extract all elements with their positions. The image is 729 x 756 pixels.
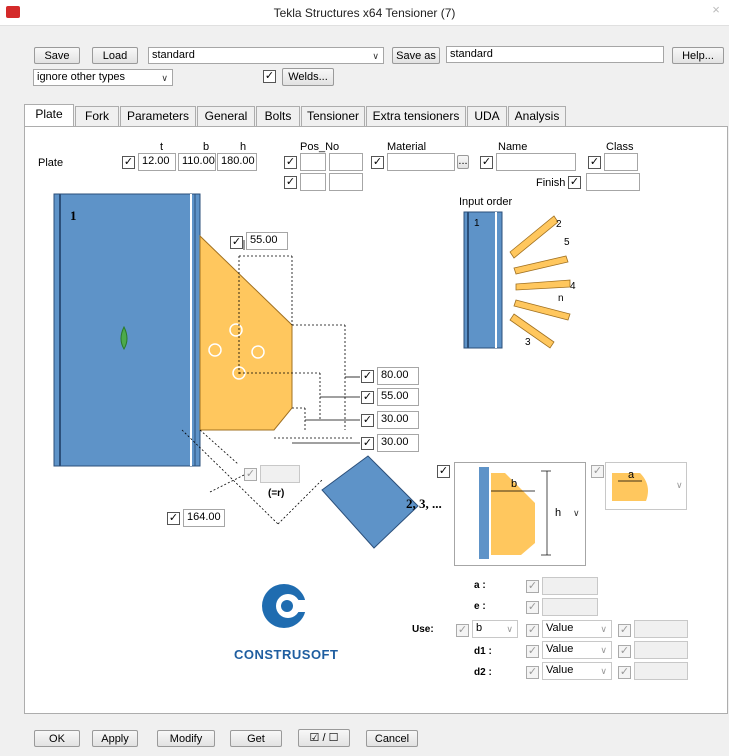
logo-text: CONSTRUSOFT bbox=[234, 647, 339, 662]
input-order-diagram bbox=[463, 211, 571, 349]
d1-label: d1 : bbox=[474, 646, 492, 657]
use-value: b bbox=[476, 622, 483, 634]
eq-r-label: (=r) bbox=[268, 488, 285, 499]
a-label: a : bbox=[474, 580, 486, 591]
dim-top-checkbox[interactable]: ✓ bbox=[230, 236, 243, 249]
apply-button[interactable]: Apply bbox=[92, 730, 138, 747]
get-button[interactable]: Get bbox=[230, 730, 282, 747]
plate-number-label: 1 bbox=[70, 208, 77, 223]
cancel-button[interactable]: Cancel bbox=[366, 730, 418, 747]
construsoft-logo bbox=[262, 584, 310, 628]
shape-preview-icon bbox=[479, 467, 551, 559]
dim-top-input[interactable]: 55.00 bbox=[246, 232, 288, 250]
d2-label: d2 : bbox=[474, 667, 492, 678]
chamfer-select[interactable]: a ∨ bbox=[605, 462, 687, 510]
dim-80-input[interactable]: 80.00 bbox=[377, 367, 419, 385]
d2-select[interactable]: Value ∨ bbox=[542, 662, 612, 680]
ok-button[interactable]: OK bbox=[34, 730, 80, 747]
a-checkbox[interactable]: ✓ bbox=[526, 580, 539, 593]
d1-value: Value bbox=[546, 643, 574, 655]
d2-checkbox[interactable]: ✓ bbox=[526, 666, 539, 679]
use-checkbox[interactable]: ✓ bbox=[456, 624, 469, 637]
column-shape bbox=[53, 193, 201, 467]
order-5: 5 bbox=[564, 237, 570, 248]
d2-extra-input[interactable] bbox=[634, 662, 688, 680]
chevron-down-icon: ∨ bbox=[600, 624, 607, 634]
e-checkbox[interactable]: ✓ bbox=[526, 601, 539, 614]
preview-b: b bbox=[511, 478, 518, 490]
chevron-down-icon: ∨ bbox=[573, 508, 580, 518]
use-label: Use: bbox=[412, 624, 434, 635]
order-n: n bbox=[558, 293, 564, 304]
use-select[interactable]: b ∨ bbox=[472, 620, 518, 638]
dim-diag-checkbox[interactable]: ✓ bbox=[167, 512, 180, 525]
radius-input[interactable] bbox=[260, 465, 300, 483]
order-3: 3 bbox=[525, 337, 531, 348]
modify-button[interactable]: Modify bbox=[157, 730, 215, 747]
use-extra-checkbox[interactable]: ✓ bbox=[618, 624, 631, 637]
dim-30b-input[interactable]: 30.00 bbox=[377, 434, 419, 452]
dim-30a-input[interactable]: 30.00 bbox=[377, 411, 419, 429]
chevron-down-icon: ∨ bbox=[506, 624, 513, 634]
preview-h: h bbox=[555, 507, 562, 519]
order-2: 2 bbox=[556, 219, 562, 230]
d1-extra-checkbox[interactable]: ✓ bbox=[618, 645, 631, 658]
plate-shape bbox=[199, 234, 293, 431]
use-mode-value: Value bbox=[546, 622, 574, 634]
dim-55-input[interactable]: 55.00 bbox=[377, 388, 419, 406]
use-mode-select[interactable]: Value ∨ bbox=[542, 620, 612, 638]
secondary-shape bbox=[321, 455, 419, 549]
chevron-down-icon: ∨ bbox=[600, 666, 607, 676]
use-value-checkbox[interactable]: ✓ bbox=[526, 624, 539, 637]
shape-select[interactable]: b h ∨ bbox=[454, 462, 586, 566]
dim-30b-checkbox[interactable]: ✓ bbox=[361, 437, 374, 450]
radius-checkbox[interactable]: ✓ bbox=[244, 468, 257, 481]
order-1: 1 bbox=[474, 218, 480, 229]
d2-extra-checkbox[interactable]: ✓ bbox=[618, 666, 631, 679]
chamfer-checkbox[interactable]: ✓ bbox=[591, 465, 604, 478]
d2-value: Value bbox=[546, 664, 574, 676]
chevron-down-icon: ∨ bbox=[600, 645, 607, 655]
chamfer-preview-icon bbox=[612, 473, 648, 501]
d1-select[interactable]: Value ∨ bbox=[542, 641, 612, 659]
order-4: 4 bbox=[570, 281, 576, 292]
e-input[interactable] bbox=[542, 598, 598, 616]
toggle-all-button[interactable]: ☑ / ☐ bbox=[298, 729, 350, 747]
shape-checkbox[interactable]: ✓ bbox=[437, 465, 450, 478]
dim-80-checkbox[interactable]: ✓ bbox=[361, 370, 374, 383]
d1-extra-input[interactable] bbox=[634, 641, 688, 659]
dim-55-checkbox[interactable]: ✓ bbox=[361, 391, 374, 404]
e-label: e : bbox=[474, 601, 486, 612]
use-extra-input[interactable] bbox=[634, 620, 688, 638]
dim-30a-checkbox[interactable]: ✓ bbox=[361, 414, 374, 427]
dim-diag-input[interactable]: 164.00 bbox=[183, 509, 225, 527]
d1-checkbox[interactable]: ✓ bbox=[526, 645, 539, 658]
chevron-down-icon: ∨ bbox=[676, 480, 683, 490]
a-input[interactable] bbox=[542, 577, 598, 595]
input-order-title: Input order bbox=[459, 196, 513, 208]
preview-a: a bbox=[628, 469, 635, 481]
plates-23-label: 2, 3, ... bbox=[406, 496, 442, 511]
